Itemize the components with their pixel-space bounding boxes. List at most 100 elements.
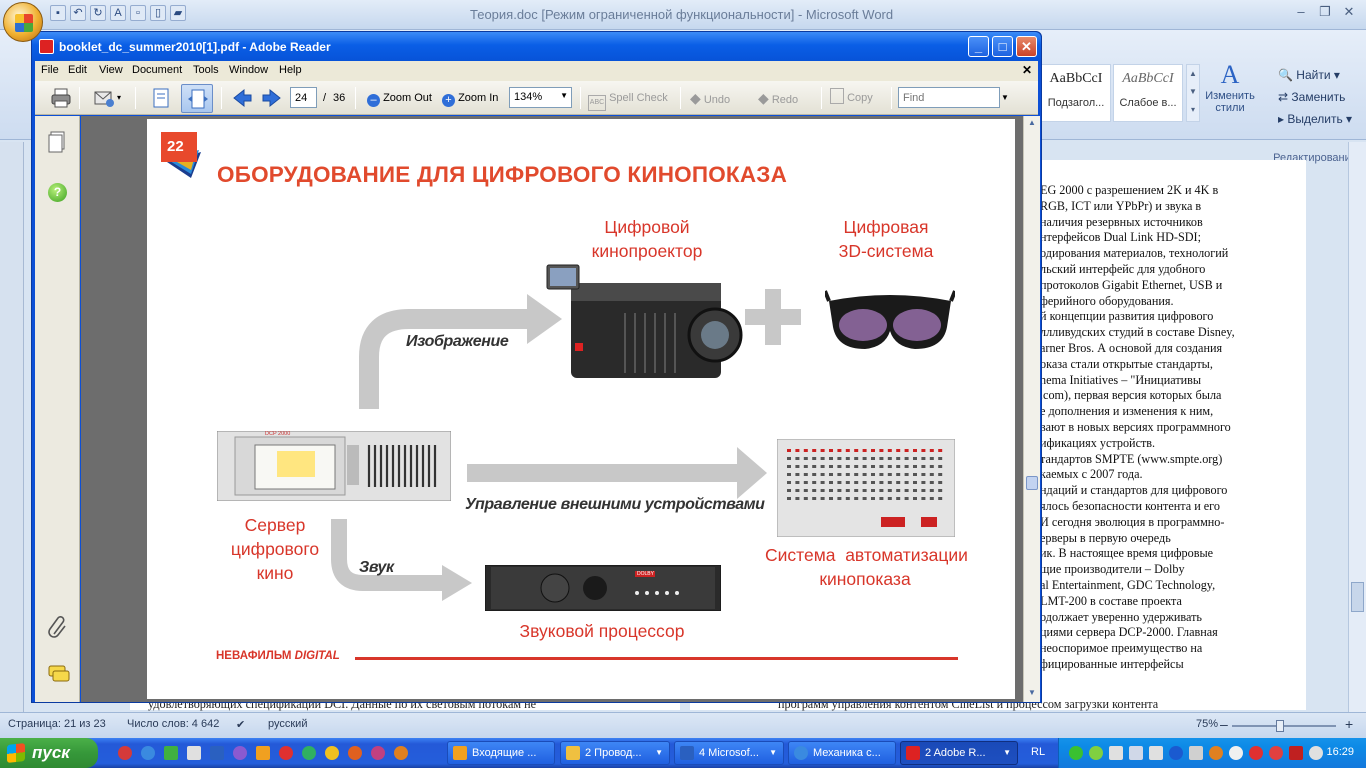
- fit-width-button[interactable]: [181, 84, 213, 113]
- document-text-line[interactable]: arner Bros. А основой для создания: [1040, 341, 1302, 357]
- status-language[interactable]: русский: [268, 718, 307, 730]
- document-text-line[interactable]: EG 2000 с разрешением 2K и 4K в: [1040, 183, 1302, 199]
- document-text-line[interactable]: nema Initiatives – "Инициативы: [1040, 373, 1302, 389]
- document-text-line[interactable]: одирования материалов, технологий: [1040, 246, 1302, 262]
- new-document-icon[interactable]: ▯: [150, 5, 166, 21]
- office-button[interactable]: [3, 2, 43, 42]
- zoom-out-icon[interactable]: –: [1220, 716, 1228, 732]
- document-text[interactable]: EG 2000 с разрешением 2K и 4K в RGB, ICT …: [1040, 183, 1302, 673]
- find-dropdown-icon[interactable]: ▼: [1001, 87, 1009, 109]
- document-text-line[interactable]: й концепции развития цифрового: [1040, 309, 1302, 325]
- proofing-icon[interactable]: ✔: [236, 718, 245, 731]
- document-text-line[interactable]: неоспоримое преимущество на: [1040, 641, 1302, 657]
- pages-icon[interactable]: [46, 130, 68, 154]
- scroll-thumb[interactable]: [1351, 582, 1364, 612]
- start-button[interactable]: пуск: [0, 738, 98, 768]
- document-text-line[interactable]: нтерфейсов Dual Link HD-SDI;: [1040, 230, 1302, 246]
- quicklaunch-app-icon[interactable]: [348, 746, 362, 760]
- document-text-line[interactable]: вают в новых версиях программного: [1040, 420, 1302, 436]
- tray-app-icon[interactable]: [1309, 746, 1323, 760]
- close-icon[interactable]: ✕: [1338, 3, 1360, 21]
- undo-icon[interactable]: ↶: [70, 5, 86, 21]
- open-folder-icon[interactable]: ▰: [170, 5, 186, 21]
- change-styles-button[interactable]: A Изменить стили: [1200, 60, 1260, 114]
- zoom-out-button[interactable]: – Zoom Out: [367, 87, 432, 109]
- tray-app-icon[interactable]: [1269, 746, 1283, 760]
- tray-app-icon[interactable]: [1189, 746, 1203, 760]
- tray-app-icon[interactable]: [1069, 746, 1083, 760]
- close-document-icon[interactable]: ✕: [1022, 63, 1032, 77]
- clock[interactable]: 16:29: [1326, 746, 1354, 758]
- zoom-slider-knob[interactable]: [1276, 720, 1284, 732]
- scroll-up-icon[interactable]: ▲: [1026, 118, 1038, 130]
- zoom-slider[interactable]: [1232, 720, 1336, 732]
- language-indicator[interactable]: RL: [1031, 746, 1045, 758]
- document-text-line[interactable]: И сегодня эволюция в программно-: [1040, 515, 1302, 531]
- style-subtitle[interactable]: AaBbCcI Подзагол...: [1041, 64, 1111, 122]
- task-adobe-reader[interactable]: 2 Adobe R... ▼: [900, 741, 1018, 765]
- quicklaunch-opera-icon[interactable]: [118, 746, 132, 760]
- font-color-icon[interactable]: A: [110, 5, 126, 21]
- menu-edit[interactable]: Edit: [68, 64, 87, 76]
- zoom-in-icon[interactable]: +: [1345, 716, 1353, 732]
- quicklaunch-folder-icon[interactable]: [256, 746, 270, 760]
- document-text-line[interactable]: ик. В настоящее время цифровые: [1040, 546, 1302, 562]
- document-text-line[interactable]: ерверы в первую очередь: [1040, 531, 1302, 547]
- help-icon[interactable]: ?: [48, 183, 67, 202]
- replace-button[interactable]: ⇄ Заменить: [1268, 86, 1364, 108]
- maximize-icon[interactable]: ❐: [1314, 3, 1336, 21]
- document-text-line[interactable]: наличия резервных источников: [1040, 215, 1302, 231]
- next-page-icon[interactable]: [260, 86, 284, 110]
- document-text-line[interactable]: .com), первая версия которых была: [1040, 388, 1302, 404]
- quicklaunch-word-icon[interactable]: [210, 746, 224, 760]
- email-icon[interactable]: [92, 86, 116, 110]
- tray-app-icon[interactable]: [1149, 746, 1163, 760]
- close-icon[interactable]: ✕: [1016, 36, 1037, 57]
- tray-app-icon[interactable]: [1249, 746, 1263, 760]
- task-inbox[interactable]: Входящие ...: [447, 741, 555, 765]
- menu-help[interactable]: Help: [279, 64, 302, 76]
- quicklaunch-ie-icon[interactable]: [141, 746, 155, 760]
- document-text-line[interactable]: фицированные интерфейсы: [1040, 657, 1302, 673]
- document-text-line[interactable]: е дополнения и изменения к ним,: [1040, 404, 1302, 420]
- document-text-line[interactable]: протоколов Gigabit Ethernet, USB и: [1040, 278, 1302, 294]
- scroll-down-icon[interactable]: ▼: [1026, 688, 1038, 700]
- zoom-in-button[interactable]: + Zoom In: [442, 87, 498, 109]
- status-zoom[interactable]: 75%: [1196, 718, 1218, 730]
- document-text-line[interactable]: ллливудских студий в составе Disney,: [1040, 325, 1302, 341]
- menu-document[interactable]: Document: [132, 64, 182, 76]
- document-text-line[interactable]: al Entertainment, GDC Technology,: [1040, 578, 1302, 594]
- find-button[interactable]: 🔍 Найти ▾: [1268, 64, 1364, 86]
- tray-app-icon[interactable]: [1209, 746, 1223, 760]
- task-explorer[interactable]: 2 Провод... ▼: [560, 741, 670, 765]
- reader-vertical-scrollbar[interactable]: ▲ ▼: [1023, 116, 1040, 702]
- pdf-app-icon[interactable]: [39, 39, 54, 54]
- find-input[interactable]: [898, 87, 1000, 108]
- undo-button[interactable]: ◆ Undo: [690, 87, 730, 109]
- scroll-thumb[interactable]: [1026, 476, 1038, 490]
- menu-window[interactable]: Window: [229, 64, 268, 76]
- quicklaunch-app-icon[interactable]: [233, 746, 247, 760]
- document-text-line[interactable]: ндаций и стандартов для цифрового: [1040, 483, 1302, 499]
- document-text-line[interactable]: одолжает уверенно удерживать: [1040, 610, 1302, 626]
- menu-file[interactable]: File: [41, 64, 59, 76]
- menu-tools[interactable]: Tools: [193, 64, 219, 76]
- previous-page-icon[interactable]: [230, 86, 254, 110]
- page-number-input[interactable]: [290, 87, 317, 108]
- document-text-line[interactable]: щие производители – Dolby: [1040, 562, 1302, 578]
- quicklaunch-app-icon[interactable]: [325, 746, 339, 760]
- reader-titlebar[interactable]: booklet_dc_summer2010[1].pdf - Adobe Rea…: [32, 32, 1041, 61]
- document-text-line[interactable]: ферийного оборудования.: [1040, 294, 1302, 310]
- comments-icon[interactable]: [47, 664, 71, 684]
- print-preview-icon[interactable]: ▫: [130, 5, 146, 21]
- tray-network-icon[interactable]: [1109, 746, 1123, 760]
- quicklaunch-app-icon[interactable]: [164, 746, 178, 760]
- maximize-icon[interactable]: □: [992, 36, 1013, 57]
- minimize-icon[interactable]: _: [968, 36, 989, 57]
- quicklaunch-opera-icon[interactable]: [279, 746, 293, 760]
- redo-button[interactable]: ◆ Redo: [758, 87, 798, 109]
- document-text-line[interactable]: циями сервера DCP-2000. Главная: [1040, 625, 1302, 641]
- word-vertical-scrollbar[interactable]: [1348, 142, 1366, 712]
- quicklaunch-desktop-icon[interactable]: [187, 746, 201, 760]
- document-text-line[interactable]: оказа стали открытые стандарты,: [1040, 357, 1302, 373]
